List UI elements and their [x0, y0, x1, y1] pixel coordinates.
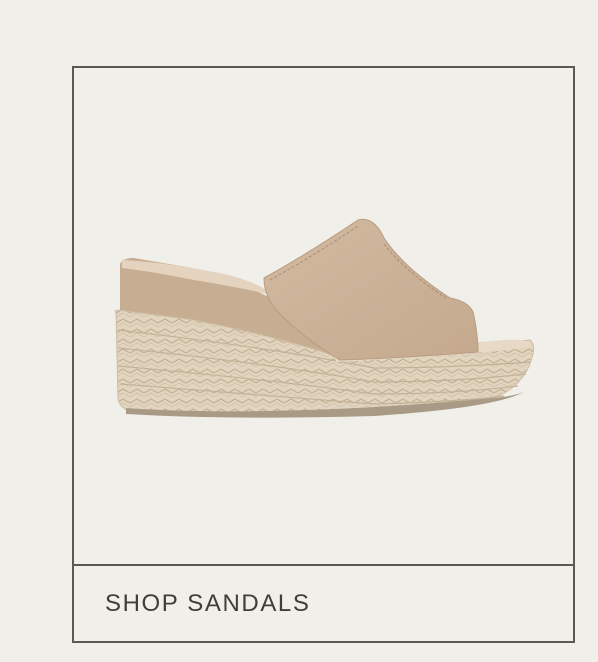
wedge-sandal-image — [114, 218, 535, 418]
product-card[interactable]: SHOP SANDALS — [72, 66, 575, 643]
shop-sandals-label: SHOP SANDALS — [105, 589, 311, 617]
product-image-area[interactable] — [74, 68, 573, 564]
shop-sandals-button[interactable]: SHOP SANDALS — [74, 566, 573, 641]
